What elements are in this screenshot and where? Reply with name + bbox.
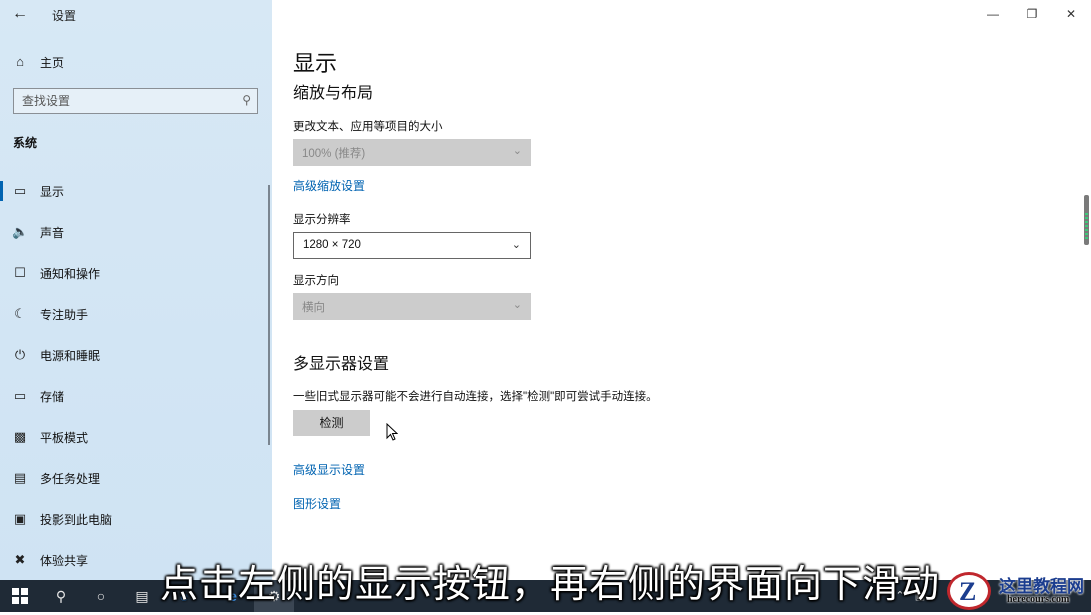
tablet-icon: ▩	[13, 429, 27, 444]
app-title: 设置	[52, 9, 77, 23]
multi-display-description: 一些旧式显示器可能不会进行自动连接，选择"检测"即可尝试手动连接。	[293, 391, 658, 403]
resolution-label: 显示分辨率	[293, 214, 351, 226]
restore-button[interactable]: ❐	[1013, 0, 1051, 28]
title-bar: ← 设置	[0, 0, 272, 28]
speaker-icon: 🔈	[12, 224, 29, 239]
search-box[interactable]: ⚲	[13, 88, 258, 114]
mouse-cursor-icon	[386, 423, 398, 441]
page-title: 显示	[293, 51, 338, 76]
sidebar-item-power-sleep[interactable]: ⏻ 电源和睡眠	[0, 343, 272, 367]
multi-display-heading: 多显示器设置	[293, 356, 390, 373]
back-arrow-icon[interactable]: ←	[10, 4, 30, 24]
storage-icon: ▭	[13, 388, 27, 403]
chevron-down-icon: ⌄	[512, 145, 522, 157]
windows-start-icon[interactable]	[0, 580, 40, 612]
text-size-dropdown[interactable]: 100% (推荐) ⌄	[293, 139, 531, 166]
sidebar-item-multitasking[interactable]: ▤ 多任务处理	[0, 466, 272, 490]
orientation-dropdown[interactable]: 横向 ⌄	[293, 293, 531, 320]
video-subtitle: 点击左侧的显示按钮，再右侧的界面向下滑动	[160, 564, 941, 606]
sidebar-item-sound[interactable]: 🔈 声音	[0, 220, 272, 244]
search-icon[interactable]: ⚲	[41, 580, 81, 612]
chevron-down-icon: ⌄	[511, 239, 521, 251]
sidebar-item-label: 存储	[40, 390, 65, 404]
sidebar-item-label: 平板模式	[40, 431, 89, 445]
sidebar-item-tablet-mode[interactable]: ▩ 平板模式	[0, 425, 272, 449]
share-icon: ✖	[14, 552, 26, 567]
dropdown-value: 横向	[302, 302, 325, 314]
sidebar-item-label: 主页	[40, 56, 65, 70]
home-icon: ⌂	[16, 54, 24, 69]
settings-sidebar: ← 设置 ⌂ 主页 ⚲ 系统 ▭ 显示 🔈 声音 ☐ 通知和操作 ☾ 专注助手 …	[0, 0, 272, 580]
sidebar-item-label: 电源和睡眠	[40, 349, 101, 363]
search-icon[interactable]: ⚲	[242, 93, 251, 107]
display-settings-pane: — ❐ ✕ 显示 缩放与布局 更改文本、应用等项目的大小 100% (推荐) ⌄…	[272, 0, 1091, 580]
main-scrollbar[interactable]	[1084, 195, 1089, 245]
sidebar-item-notifications[interactable]: ☐ 通知和操作	[0, 261, 272, 285]
close-button[interactable]: ✕	[1052, 0, 1090, 28]
advanced-scaling-link[interactable]: 高级缩放设置	[293, 177, 365, 194]
watermark: Z 这里教程网 herecours.com	[945, 570, 1091, 612]
sidebar-item-label: 声音	[40, 226, 65, 240]
sidebar-section-title: 系统	[13, 136, 38, 150]
dropdown-value: 100% (推荐)	[302, 148, 366, 160]
task-view-icon[interactable]: ▤	[122, 580, 162, 612]
sidebar-item-label: 体验共享	[40, 554, 89, 568]
moon-icon: ☾	[14, 306, 26, 321]
notification-icon: ☐	[14, 265, 26, 280]
cortana-icon[interactable]: ○	[81, 580, 121, 612]
sidebar-item-focus-assist[interactable]: ☾ 专注助手	[0, 302, 272, 326]
graphics-settings-link[interactable]: 图形设置	[293, 495, 341, 512]
sidebar-item-label: 显示	[40, 185, 65, 199]
sidebar-item-label: 通知和操作	[40, 267, 101, 281]
sidebar-item-label: 专注助手	[40, 308, 89, 322]
sidebar-item-label: 多任务处理	[40, 472, 101, 486]
minimize-button[interactable]: —	[974, 0, 1012, 28]
watermark-url: herecours.com	[1007, 594, 1070, 605]
watermark-logo-icon: Z	[947, 572, 991, 610]
orientation-label: 显示方向	[293, 275, 339, 287]
sidebar-item-label: 投影到此电脑	[40, 513, 113, 527]
sidebar-item-display[interactable]: ▭ 显示	[0, 179, 272, 203]
dropdown-value: 1280 × 720	[303, 239, 361, 251]
search-input[interactable]	[22, 92, 222, 110]
multitask-icon: ▤	[13, 470, 27, 485]
project-icon: ▣	[13, 511, 27, 526]
sidebar-scrollbar[interactable]	[268, 185, 270, 445]
sidebar-item-project[interactable]: ▣ 投影到此电脑	[0, 507, 272, 531]
monitor-icon: ▭	[13, 183, 27, 198]
detect-button[interactable]: 检测	[293, 410, 370, 436]
sidebar-item-storage[interactable]: ▭ 存储	[0, 384, 272, 408]
power-icon: ⏻	[14, 347, 26, 362]
advanced-display-link[interactable]: 高级显示设置	[293, 461, 365, 478]
scale-layout-heading: 缩放与布局	[293, 85, 374, 102]
text-size-label: 更改文本、应用等项目的大小	[293, 121, 443, 133]
chevron-down-icon: ⌄	[512, 299, 522, 311]
resolution-dropdown[interactable]: 1280 × 720 ⌄	[293, 232, 531, 259]
sidebar-item-home[interactable]: ⌂ 主页	[0, 50, 272, 74]
